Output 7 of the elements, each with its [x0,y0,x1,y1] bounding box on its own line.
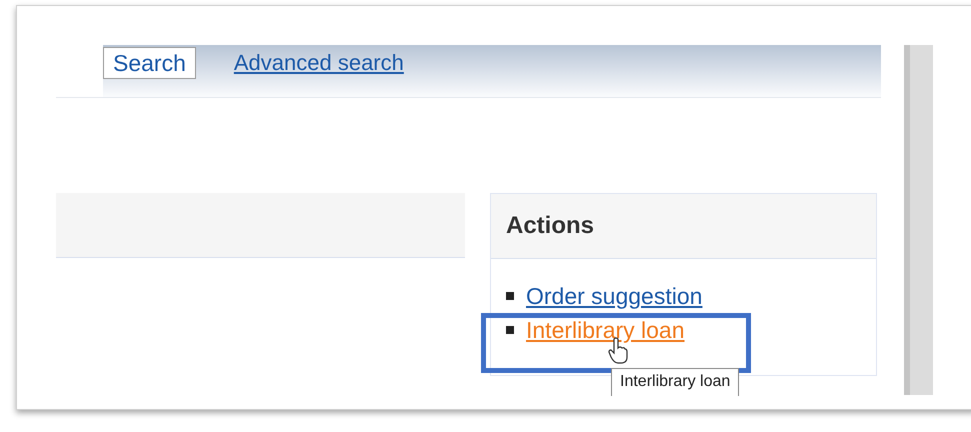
action-link[interactable]: Order suggestion [526,283,702,309]
advanced-search-link[interactable]: Advanced search [234,46,404,79]
bullet-icon [506,326,514,334]
actions-title: Actions [506,211,594,241]
bullet-icon [506,292,514,300]
tooltip: Interlibrary loan [611,368,740,396]
search-button[interactable]: Search [103,47,196,79]
